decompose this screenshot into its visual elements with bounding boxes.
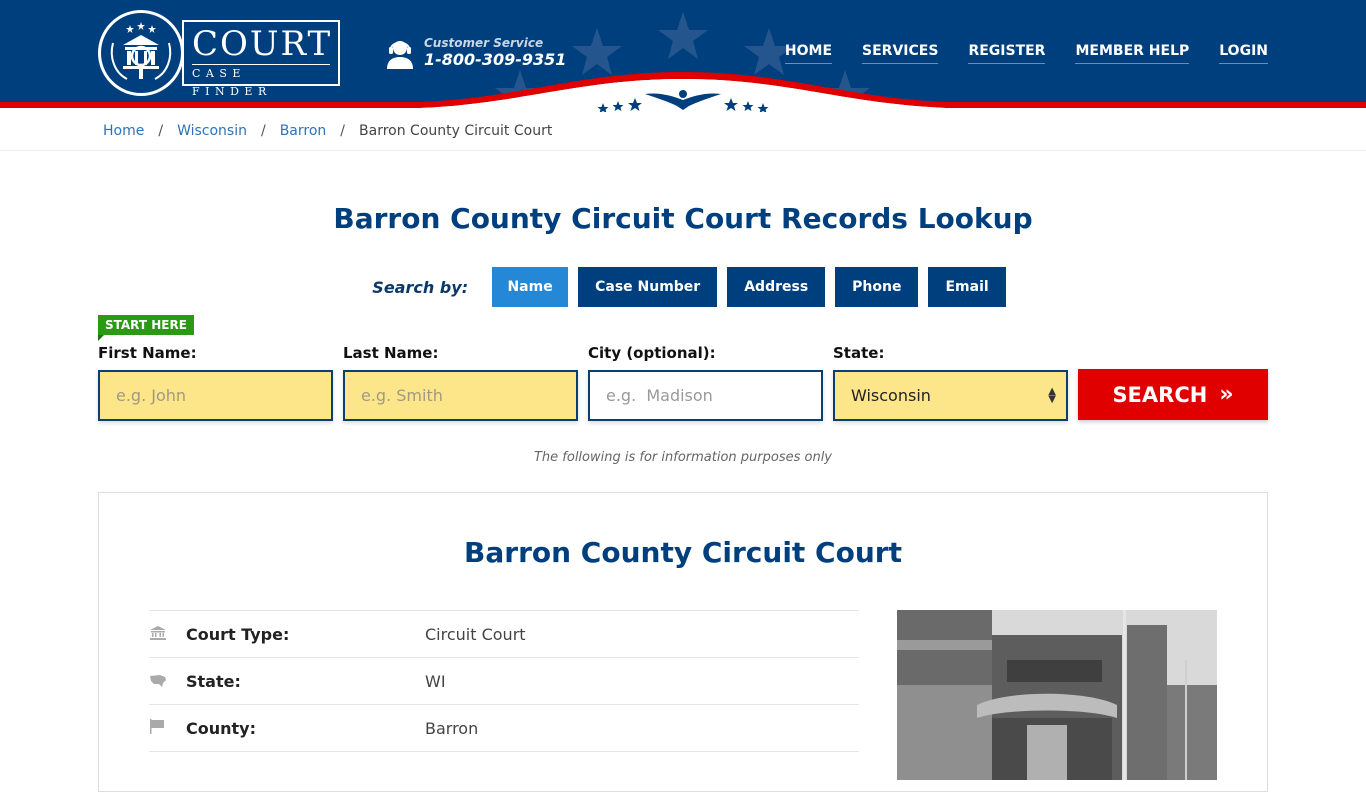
last-name-label: Last Name:	[343, 344, 439, 362]
breadcrumb: Home / Wisconsin / Barron / Barron Count…	[0, 112, 1366, 151]
first-name-label: First Name:	[98, 344, 197, 362]
tab-phone[interactable]: Phone	[835, 267, 919, 307]
select-arrows-icon: ▲ ▼	[1048, 385, 1056, 405]
city-input[interactable]	[588, 370, 823, 421]
customer-service: Customer Service 1-800-309-9351	[386, 37, 566, 70]
breadcrumb-home[interactable]: Home	[103, 123, 144, 139]
tab-email[interactable]: Email	[928, 267, 1006, 307]
detail-row-county: County: Barron	[149, 704, 859, 751]
detail-row-state: State: WI	[149, 657, 859, 704]
flag-icon	[149, 718, 186, 738]
breadcrumb-separator: /	[158, 123, 164, 139]
breadcrumb-state[interactable]: Wisconsin	[177, 123, 247, 139]
first-name-group: First Name:	[98, 343, 333, 421]
detail-value: WI	[425, 671, 446, 691]
detail-key: State:	[186, 671, 241, 691]
court-info-card: Barron County Circuit Court Court Type: …	[98, 492, 1268, 792]
search-by-label: Search by:	[372, 277, 469, 297]
page-title: Barron County Circuit Court Records Look…	[333, 202, 1033, 235]
state-select[interactable]: Wisconsin ▲ ▼	[833, 370, 1068, 421]
nav-services[interactable]: SERVICES	[862, 42, 939, 64]
tab-name[interactable]: Name	[492, 267, 569, 307]
last-name-input[interactable]	[343, 370, 578, 421]
detail-value: Barron	[425, 718, 479, 738]
nav-login[interactable]: LOGIN	[1219, 42, 1268, 64]
tab-case-number[interactable]: Case Number	[578, 267, 718, 307]
nav-home[interactable]: HOME	[784, 42, 833, 64]
search-type-tabs: Search by: Name Case Number Address Phon…	[22, 267, 1366, 307]
logo-title: COURT	[192, 24, 333, 65]
courthouse-seal-icon	[98, 10, 184, 96]
headset-agent-icon	[387, 40, 413, 69]
eagle-emblem	[597, 88, 769, 112]
city-group: City (optional):	[588, 343, 823, 421]
start-here-badge: START HERE	[98, 315, 194, 341]
state-label: State:	[833, 344, 885, 362]
logo-wordmark: COURT CASE FINDER	[182, 20, 340, 98]
first-name-input[interactable]	[98, 370, 333, 421]
state-group: State: Wisconsin ▲ ▼	[833, 343, 1068, 421]
logo-subtitle: CASE FINDER	[192, 67, 272, 98]
last-name-group: Last Name:	[343, 343, 578, 421]
detail-key: Court Type:	[186, 624, 290, 644]
nav-register[interactable]: REGISTER	[968, 42, 1046, 64]
name-search-form: START HERE First Name: Last Name: City (…	[98, 315, 1268, 425]
court-case-finder-logo[interactable]: COURT CASE FINDER	[98, 10, 340, 98]
disclaimer-text: The following is for information purpose…	[533, 450, 833, 465]
detail-row-court-type: Court Type: Circuit Court	[149, 610, 859, 657]
search-button-label: SEARCH	[1112, 382, 1208, 407]
courthouse-photo	[897, 610, 1217, 780]
customer-service-label: Customer Service	[424, 36, 544, 50]
court-details-list: Court Type: Circuit Court State: WI Coun…	[149, 610, 859, 798]
breadcrumb-current: Barron County Circuit Court	[359, 123, 553, 139]
search-button[interactable]: SEARCH »	[1078, 369, 1268, 420]
customer-service-phone[interactable]: 1-800-309-9351	[424, 50, 566, 70]
site-header: COURT CASE FINDER Customer Service 1-800…	[0, 0, 1366, 112]
breadcrumb-county[interactable]: Barron	[280, 123, 327, 139]
court-name-heading: Barron County Circuit Court	[464, 536, 902, 569]
detail-key: County:	[186, 718, 256, 738]
breadcrumb-separator: /	[260, 123, 266, 139]
usa-map-icon	[149, 672, 186, 691]
main-nav: HOME SERVICES REGISTER MEMBER HELP LOGIN	[755, 42, 1268, 64]
detail-row-next	[149, 751, 859, 798]
double-chevron-right-icon: »	[1219, 382, 1234, 407]
state-select-value: Wisconsin	[851, 386, 931, 405]
tab-address[interactable]: Address	[727, 267, 826, 307]
city-label: City (optional):	[588, 344, 716, 362]
nav-member-help[interactable]: MEMBER HELP	[1075, 42, 1190, 64]
breadcrumb-separator: /	[340, 123, 346, 139]
detail-value: Circuit Court	[425, 624, 526, 644]
courthouse-icon	[149, 625, 186, 644]
